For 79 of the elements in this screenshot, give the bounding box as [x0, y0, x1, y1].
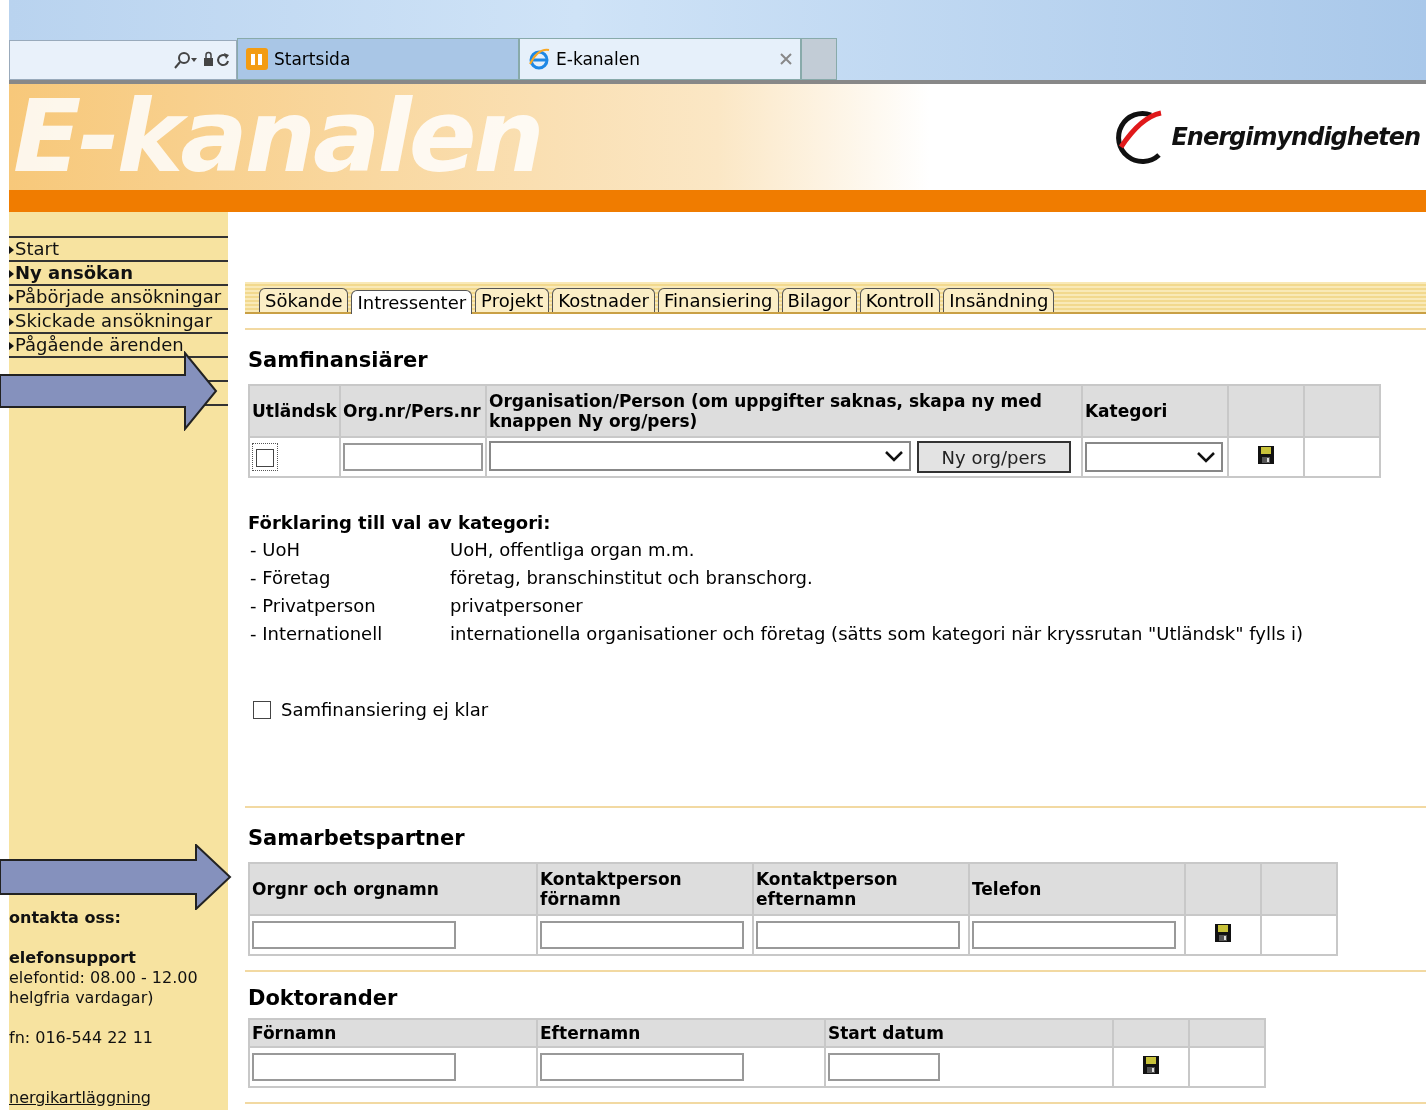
phone-number: fn: 016-544 22 11 [9, 1028, 154, 1048]
sidebar-link[interactable]: nergikartläggning [9, 1088, 228, 1108]
browser-tab[interactable]: Startsida [237, 38, 519, 80]
form-tab[interactable]: Bilagor [781, 288, 857, 312]
legend-text: företag, branschinstitut och branschorg. [450, 567, 814, 589]
dropdown[interactable] [488, 441, 911, 471]
tile-icon [246, 48, 268, 70]
support-hours: helgfria vardagar) [9, 988, 155, 1008]
close-icon[interactable] [780, 53, 792, 65]
legend-text: internationella organisationer och företag (sätts som kategori när kryssrutan "Utländsk" fylls i) [450, 623, 1305, 645]
input-field[interactable] [252, 1053, 456, 1081]
bullet-icon [9, 294, 14, 302]
sidebar-item[interactable]: Start [9, 238, 228, 262]
form-tab[interactable]: Insändning [943, 288, 1055, 312]
input-field[interactable] [252, 921, 456, 949]
form-tab[interactable]: Projekt [475, 288, 550, 312]
input-field[interactable] [540, 921, 744, 949]
column-header: Kontaktperson förnamn [537, 863, 753, 915]
arrow-icon [0, 844, 232, 910]
browser-tab[interactable]: E-kanalen [519, 38, 801, 80]
column-header: Förnamn [249, 1019, 537, 1047]
section-title: Samfinansiärer [248, 348, 429, 372]
input-field[interactable] [342, 443, 483, 471]
new-tab-button[interactable] [801, 38, 837, 80]
legend-title: Förklaring till val av kategori: [248, 512, 552, 533]
chevron-icon [1196, 451, 1215, 463]
checkbox[interactable] [253, 700, 271, 719]
input-field[interactable] [972, 921, 1176, 949]
save-icon[interactable] [1257, 446, 1274, 464]
new-org-button[interactable]: Ny org/pers [916, 441, 1071, 473]
bullet-icon [9, 270, 14, 278]
bullet-icon [9, 342, 14, 350]
form-tab[interactable]: Intressenter [351, 290, 473, 314]
tab-title: E-kanalen [556, 49, 641, 69]
form-tab[interactable]: Kostnader [552, 288, 655, 312]
legend-term: - Privatperson [250, 595, 377, 617]
form-tab[interactable]: Kontroll [859, 288, 941, 312]
sidebar-item[interactable]: Skickade ansökningar [9, 310, 228, 334]
checkbox-label: Samfinansiering ej klar [281, 699, 489, 720]
browser-logo-icon [528, 48, 550, 70]
column-header: Orgnr och orgnamn [249, 863, 537, 915]
sidebar-item[interactable]: Påbörjade ansökningar [9, 286, 228, 310]
column-header: Kontaktperson efternamn [753, 863, 969, 915]
column-header: Utländsk [249, 385, 340, 437]
form-tab[interactable]: Finansiering [657, 288, 779, 312]
form-tab[interactable]: Sökande [259, 288, 349, 312]
logo-text: Energimyndigheten [1171, 123, 1420, 151]
legend-term: - Företag [250, 567, 332, 589]
column-header: Start datum [825, 1019, 1113, 1047]
legend-text: privatpersoner [450, 595, 584, 617]
column-header: Telefon [969, 863, 1185, 915]
banner-title: E-kanalen [13, 87, 542, 187]
address-bar-icons[interactable] [172, 50, 232, 70]
input-field[interactable] [828, 1053, 940, 1081]
address-bar[interactable] [9, 40, 237, 80]
tab-title: Startsida [274, 49, 352, 69]
contact-heading: ontakta oss: [9, 908, 122, 928]
chevron-icon [884, 450, 903, 462]
bullet-icon [9, 318, 14, 326]
save-icon[interactable] [1143, 1056, 1159, 1074]
sidebar-item[interactable]: Pågående ärenden [9, 334, 228, 358]
legend-term: - Internationell [250, 623, 384, 645]
save-icon[interactable] [1215, 924, 1231, 942]
section-title: Samarbetspartner [248, 826, 466, 850]
sidebar-item[interactable]: Ny ansökan [9, 262, 228, 286]
input-field[interactable] [756, 921, 960, 949]
bullet-icon [9, 246, 14, 254]
support-hours: elefontid: 08.00 - 12.00 [9, 968, 199, 988]
column-header: Kategori [1081, 385, 1228, 437]
column-header: Efternamn [537, 1019, 825, 1047]
input-field[interactable] [540, 1053, 744, 1081]
legend-term: - UoH [250, 539, 301, 561]
column-header: Org.nr/Pers.nr [339, 385, 486, 437]
section-title: Doktorander [248, 986, 399, 1010]
dropdown[interactable] [1084, 442, 1223, 472]
column-header: Organisation/Person (om uppgifter saknas, skapa ny med knappen Ny org/pers) [485, 385, 1082, 437]
checkbox[interactable] [256, 448, 274, 467]
support-heading: elefonsupport [9, 948, 137, 968]
legend-text: UoH, offentliga organ m.m. [450, 539, 696, 561]
